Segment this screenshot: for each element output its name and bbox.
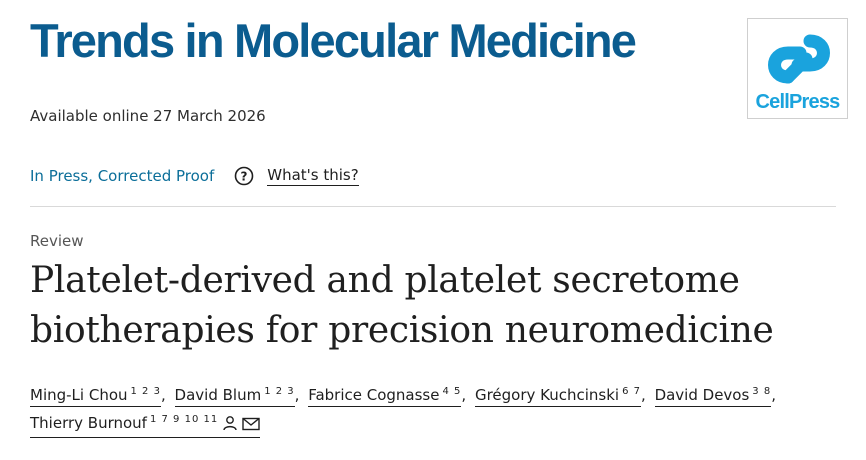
author-list: Ming-Li Chou 1 2 3, David Blum 1 2 3, Fabr…	[30, 381, 850, 438]
author-name: Fabrice Cognasse	[308, 386, 440, 404]
author-link[interactable]: Grégory Kuchcinski 6 7	[474, 382, 641, 407]
publication-status: In Press, Corrected Proof	[30, 167, 215, 185]
article-type: Review	[30, 232, 84, 250]
author-name: David Devos	[654, 386, 750, 404]
author-link[interactable]: Fabrice Cognasse 4 5	[308, 382, 462, 407]
author-affiliations: 1 2 3	[130, 386, 161, 397]
article-title: Platelet-derived and platelet secretome …	[30, 260, 774, 351]
author-link[interactable]: David Blum 1 2 3	[174, 382, 295, 407]
author-name: Ming-Li Chou	[30, 386, 128, 404]
author-name: Thierry Burnouf	[30, 414, 147, 432]
author-affiliations: 3 8	[752, 386, 772, 397]
author-affiliations: 1 7 9 10 11	[149, 414, 219, 425]
whats-this-link[interactable]: What's this?	[267, 166, 359, 186]
publication-status-row: In Press, Corrected Proof ? What's this?	[30, 164, 359, 188]
author-link[interactable]: Thierry Burnouf 1 7 9 10 11	[30, 410, 261, 438]
author-link[interactable]: David Devos 3 8	[654, 382, 772, 407]
author-affiliations: 6 7	[622, 386, 641, 397]
journal-title[interactable]: Trends in Molecular Medicine	[30, 14, 637, 68]
cellpress-logo[interactable]: CellPress	[747, 18, 848, 119]
divider	[30, 206, 836, 207]
available-online-date: Available online 27 March 2026	[30, 107, 266, 125]
author-affiliations: 1 2 3	[264, 386, 295, 397]
author-affiliations: 4 5	[442, 386, 462, 397]
author-name: David Blum	[174, 386, 262, 404]
svg-text:?: ?	[241, 170, 248, 184]
cellpress-wordmark: CellPress	[755, 91, 841, 113]
person-icon	[222, 415, 238, 436]
author-link[interactable]: Ming-Li Chou 1 2 3	[30, 382, 161, 407]
author-name: Grégory Kuchcinski	[474, 386, 620, 404]
question-circle-icon[interactable]: ?	[234, 166, 254, 186]
mail-icon	[242, 416, 260, 436]
